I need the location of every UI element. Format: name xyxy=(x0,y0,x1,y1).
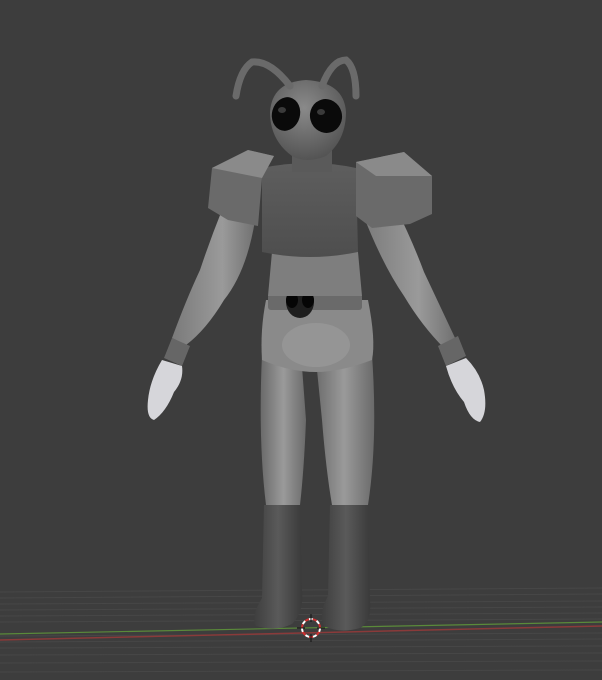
left-glove xyxy=(147,360,183,420)
left-arm xyxy=(172,210,256,345)
right-boot xyxy=(321,505,371,631)
waist xyxy=(268,252,362,296)
right-arm xyxy=(362,208,456,348)
viewport-scene[interactable] xyxy=(0,0,602,680)
left-boot xyxy=(254,505,303,629)
3d-viewport[interactable] xyxy=(0,0,602,680)
character-model[interactable] xyxy=(147,56,486,631)
chest-armor xyxy=(262,163,358,257)
right-glove xyxy=(446,358,486,422)
belt xyxy=(268,294,362,310)
